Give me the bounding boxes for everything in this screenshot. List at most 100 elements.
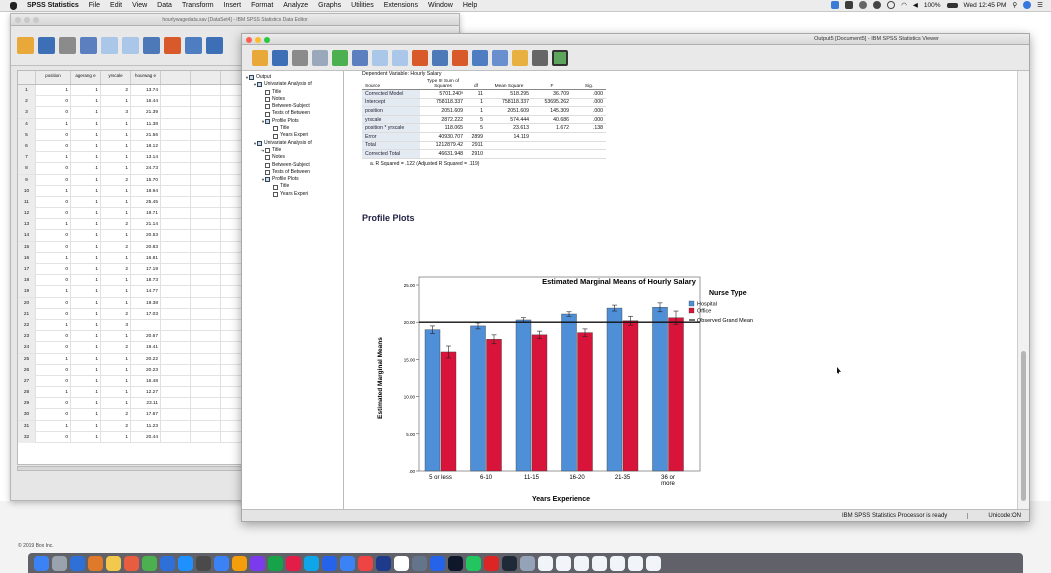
data-cell[interactable]: 1 — [71, 140, 101, 152]
row-number[interactable]: 27 — [18, 375, 36, 387]
print-icon[interactable] — [292, 49, 308, 66]
profile-plot-chart[interactable]: Estimated Marginal Means of Hourly Salar… — [344, 231, 1018, 511]
data-cell[interactable]: 1 — [36, 118, 71, 130]
data-grid[interactable]: position agerang e yrscale hourwag e 1 1 1 2 13… — [17, 70, 242, 465]
dock-app-icon[interactable] — [142, 555, 157, 571]
dock-app-icon[interactable] — [52, 555, 67, 571]
data-cell[interactable] — [191, 353, 221, 365]
data-cell[interactable]: 1 — [36, 219, 71, 231]
data-cell[interactable]: 1 — [71, 107, 101, 119]
data-cell[interactable] — [161, 185, 191, 197]
table-row[interactable]: 15 0 1 2 20.83 — [18, 241, 241, 253]
data-cell[interactable]: 1 — [101, 118, 131, 130]
data-cell[interactable] — [161, 118, 191, 130]
tray-app-icon[interactable] — [831, 1, 840, 9]
battery-icon[interactable] — [946, 2, 958, 8]
menu-graphs[interactable]: Graphs — [318, 2, 341, 9]
save-icon[interactable] — [272, 49, 288, 66]
data-cell[interactable]: 1 — [71, 252, 101, 264]
vertical-scrollbar[interactable] — [1017, 71, 1029, 511]
menu-edit[interactable]: Edit — [110, 2, 122, 9]
zoom-button[interactable] — [33, 17, 39, 23]
table-row[interactable]: 9 0 1 2 15.70 — [18, 174, 241, 186]
outline-item[interactable]: ▼ Univariate Analysis of — [245, 140, 340, 147]
hide-output-icon[interactable] — [532, 49, 548, 66]
row-number[interactable]: 3 — [18, 107, 36, 119]
horizontal-scrollbar[interactable] — [17, 466, 242, 471]
data-cell[interactable]: 0 — [36, 208, 71, 220]
data-cell[interactable]: 1 — [36, 319, 71, 331]
data-cell[interactable]: 0 — [36, 174, 71, 186]
data-cell[interactable]: 2 — [101, 264, 131, 275]
tray-app-icon[interactable] — [845, 1, 854, 9]
outline-item[interactable]: Title — [245, 89, 340, 96]
data-cell[interactable]: 0 — [36, 96, 71, 108]
dock-app-icon[interactable] — [340, 555, 355, 571]
open-folder-icon[interactable] — [17, 37, 34, 54]
table-row[interactable]: 25 1 1 1 20.22 — [18, 353, 241, 365]
data-cell[interactable]: 2 — [101, 241, 131, 253]
undo-icon[interactable] — [101, 37, 118, 54]
outline-item[interactable]: ➔ Title — [245, 147, 340, 154]
data-cell[interactable]: 1 — [71, 174, 101, 186]
table-row[interactable]: 16 1 1 1 16.81 — [18, 252, 241, 264]
data-cell[interactable] — [161, 85, 191, 96]
data-cell[interactable] — [191, 275, 221, 287]
data-cell[interactable]: 1 — [101, 96, 131, 108]
outline-item[interactable]: ▼ Univariate Analysis of — [245, 81, 340, 88]
save-icon[interactable] — [38, 37, 55, 54]
wifi-icon[interactable]: ◠ — [901, 1, 907, 9]
dock-app-icon[interactable] — [430, 555, 445, 571]
table-row[interactable]: 31 1 1 2 11.23 — [18, 420, 241, 432]
row-number[interactable]: 10 — [18, 185, 36, 197]
column-header[interactable]: yrscale — [101, 71, 131, 84]
row-number[interactable]: 13 — [18, 219, 36, 231]
data-cell[interactable]: 1 — [71, 275, 101, 287]
data-cell[interactable]: 1 — [101, 230, 131, 242]
data-cell[interactable]: 20.44 — [131, 431, 161, 443]
row-number[interactable]: 2 — [18, 96, 36, 108]
dock-app-icon[interactable] — [70, 555, 85, 571]
outline-item[interactable]: ▼ Profile Plots — [245, 176, 340, 183]
data-cell[interactable] — [161, 196, 191, 208]
menu-view[interactable]: View — [132, 2, 147, 9]
data-cell[interactable]: 2 — [101, 174, 131, 186]
data-cell[interactable]: 16.81 — [131, 252, 161, 264]
dock-app-icon[interactable] — [538, 555, 553, 571]
column-header[interactable]: position — [36, 71, 71, 84]
data-cell[interactable] — [161, 297, 191, 309]
dock-app-icon[interactable] — [268, 555, 283, 571]
goto-case-icon[interactable] — [432, 49, 448, 66]
outline-item[interactable]: Title — [245, 183, 340, 190]
data-cell[interactable]: 12.27 — [131, 387, 161, 399]
data-cell[interactable] — [161, 398, 191, 410]
row-number[interactable]: 20 — [18, 297, 36, 309]
data-cell[interactable] — [161, 353, 191, 365]
dock-app-icon[interactable] — [412, 555, 427, 571]
data-cell[interactable] — [191, 118, 221, 130]
data-cell[interactable]: 1 — [71, 185, 101, 197]
data-cell[interactable] — [161, 342, 191, 354]
data-cell[interactable] — [161, 107, 191, 119]
table-row[interactable]: 10 1 1 1 18.94 — [18, 185, 241, 197]
row-number[interactable]: 31 — [18, 420, 36, 432]
data-cell[interactable]: 1 — [101, 431, 131, 443]
data-cell[interactable]: 18.73 — [131, 275, 161, 287]
data-cell[interactable] — [161, 331, 191, 343]
data-cell[interactable] — [191, 375, 221, 387]
data-cell[interactable] — [191, 96, 221, 108]
data-cell[interactable] — [161, 252, 191, 264]
print-icon[interactable] — [59, 37, 76, 54]
row-number[interactable]: 8 — [18, 163, 36, 175]
data-cell[interactable]: 3 — [101, 319, 131, 331]
table-row[interactable]: 27 0 1 1 16.48 — [18, 375, 241, 388]
table-row[interactable]: 4 1 1 1 11.38 — [18, 118, 241, 130]
data-cell[interactable] — [191, 319, 221, 331]
row-number[interactable]: 25 — [18, 353, 36, 365]
grid-corner[interactable] — [18, 71, 36, 84]
dock-app-icon[interactable] — [466, 555, 481, 571]
data-cell[interactable] — [161, 129, 191, 141]
data-cell[interactable] — [161, 152, 191, 164]
row-number[interactable]: 24 — [18, 342, 36, 354]
data-cell[interactable]: 17.19 — [131, 264, 161, 275]
